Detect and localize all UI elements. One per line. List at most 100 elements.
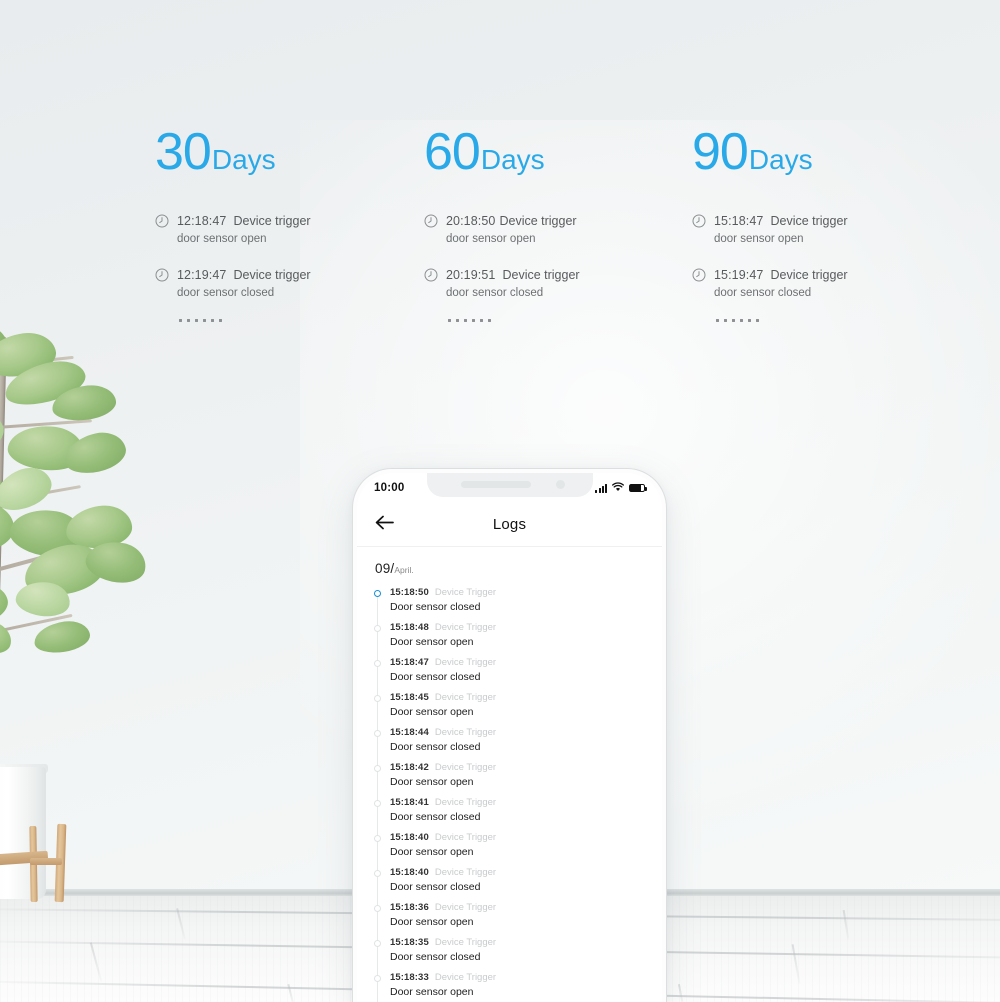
- timeline-dot-icon: [373, 835, 381, 843]
- retention-event: 20:19:51 Device trigger door sensor close…: [424, 265, 580, 300]
- retention-event-time: 15:19:47: [714, 268, 764, 283]
- log-entry-message: Door sensor open: [390, 915, 474, 928]
- plant-leaf: [0, 579, 12, 631]
- timeline-dot-icon: [373, 905, 381, 913]
- retention-event-body: 15:19:47 Device trigger door sensor close…: [714, 265, 848, 300]
- log-entry-time: 15:18:44: [390, 727, 429, 739]
- log-entry[interactable]: 15:18:47 Device Trigger Door sensor close…: [373, 656, 646, 691]
- log-entry[interactable]: 15:18:33 Device Trigger Door sensor open: [373, 971, 646, 1002]
- log-entry-type: Device Trigger: [434, 937, 497, 949]
- log-list-scroll[interactable]: 09/April. 15:18:50 Device Trigger Door se…: [357, 548, 662, 1002]
- retention-event-line1: 20:19:51 Device trigger: [446, 268, 580, 282]
- plant-leaf: [0, 612, 16, 660]
- log-entry-meta: 15:18:40 Device Trigger: [390, 866, 646, 880]
- retention-event: 15:18:47 Device trigger door sensor open: [692, 211, 848, 246]
- log-entry-type: Device Trigger: [434, 832, 497, 844]
- log-entry-message: Door sensor open: [390, 705, 474, 718]
- log-date-month: April.: [394, 565, 414, 575]
- phone-navbar: Logs: [357, 503, 662, 547]
- log-entry[interactable]: 15:18:40 Device Trigger Door sensor close…: [373, 866, 646, 901]
- plant-stand-brace: [30, 858, 62, 865]
- statusbar-icons: [595, 479, 648, 497]
- log-entry[interactable]: 15:18:42 Device Trigger Door sensor open: [373, 761, 646, 796]
- retention-event-title: Device trigger: [770, 268, 848, 283]
- log-entry[interactable]: 15:18:50 Device Trigger Door sensor close…: [373, 586, 646, 621]
- retention-event-time: 20:18:50: [446, 214, 496, 228]
- retention-event-detail: door sensor open: [177, 232, 267, 245]
- retention-event: 15:19:47 Device trigger door sensor close…: [692, 265, 848, 300]
- retention-ellipsis: [179, 319, 311, 323]
- retention-event-line1: 15:18:47 Device trigger: [714, 214, 848, 228]
- log-entry-time: 15:18:50: [390, 587, 429, 598]
- log-entry-time: 15:18:47: [390, 657, 429, 669]
- retention-event-detail: door sensor closed: [714, 286, 812, 299]
- retention-event-line1: 12:19:47 Device trigger: [177, 268, 311, 282]
- wifi-icon: [612, 479, 624, 497]
- retention-columns: 30Days 12:18:47 Device trigger door senso…: [0, 126, 1000, 346]
- timeline-dot-icon: [373, 765, 381, 773]
- phone-statusbar: 10:00: [357, 473, 662, 503]
- log-entry[interactable]: 15:18:40 Device Trigger Door sensor open: [373, 831, 646, 866]
- retention-event-detail: door sensor closed: [177, 286, 275, 299]
- log-entry-message: Door sensor open: [390, 985, 474, 998]
- log-entry[interactable]: 15:18:41 Device Trigger Door sensor close…: [373, 796, 646, 831]
- retention-column-30: 30Days 12:18:47 Device trigger door senso…: [155, 123, 311, 323]
- retention-event-detail: door sensor open: [446, 232, 536, 245]
- retention-event-body: 15:18:47 Device trigger door sensor open: [714, 211, 848, 246]
- plant-pot: [0, 767, 46, 899]
- back-arrow-icon[interactable]: [375, 515, 397, 535]
- log-entry-type: Device Trigger: [434, 797, 497, 809]
- phone-screen: 10:00 Logs 09/April. 15:18:50 Device Tri…: [357, 473, 662, 1002]
- log-entry-meta: 15:18:42 Device Trigger: [390, 761, 646, 775]
- timeline-dot-icon: [373, 800, 381, 808]
- scene-root: 30Days 12:18:47 Device trigger door senso…: [0, 0, 1000, 1002]
- retention-event-time: 12:18:47: [177, 214, 227, 228]
- log-date-day: 09/: [375, 561, 395, 576]
- retention-column-60: 60Days 20:18:50 Device trigger door senso…: [424, 126, 580, 323]
- log-entry-meta: 15:18:47 Device Trigger: [390, 656, 646, 670]
- log-entry-type: Device Trigger: [434, 622, 497, 634]
- timeline-dot-icon: [373, 590, 381, 597]
- log-entry-meta: 15:18:40 Device Trigger: [390, 831, 646, 845]
- log-entry-type: Device Trigger: [434, 762, 497, 774]
- retention-event-title: Device trigger: [233, 214, 311, 228]
- retention-column-90: 90Days 15:18:47 Device trigger door senso…: [692, 123, 848, 323]
- fiddle-leaf-fig-plant: [0, 315, 165, 903]
- log-entry-type: Device Trigger: [434, 727, 497, 739]
- log-entry-meta: 15:18:36 Device Trigger: [390, 901, 646, 915]
- log-entry-meta: 15:18:41 Device Trigger: [390, 796, 646, 810]
- log-entry-type: Device Trigger: [434, 657, 497, 669]
- log-entry[interactable]: 15:18:44 Device Trigger Door sensor close…: [373, 726, 646, 761]
- retention-heading: 60Days: [424, 126, 580, 178]
- clock-icon: [155, 214, 169, 233]
- log-entry[interactable]: 15:18:36 Device Trigger Door sensor open: [373, 901, 646, 936]
- retention-event-body: 12:19:47 Device trigger door sensor close…: [177, 265, 311, 300]
- retention-event-title: Device trigger: [502, 268, 580, 283]
- log-entry-time: 15:18:42: [390, 762, 429, 774]
- retention-event-line1: 20:18:50 Device trigger: [446, 214, 577, 228]
- log-entry[interactable]: 15:18:35 Device Trigger Door sensor close…: [373, 936, 646, 971]
- statusbar-time: 10:00: [374, 482, 405, 494]
- log-date-header: 09/April.: [375, 560, 646, 578]
- log-entry-message: Door sensor closed: [390, 810, 481, 823]
- retention-event-time: 12:19:47: [177, 268, 227, 283]
- timeline-dot-icon: [373, 975, 381, 983]
- log-entry[interactable]: 15:18:45 Device Trigger Door sensor open: [373, 691, 646, 726]
- log-entry-time: 15:18:41: [390, 797, 429, 809]
- log-entry-time: 15:18:35: [390, 937, 429, 949]
- log-entry-meta: 15:18:33 Device Trigger: [390, 971, 646, 985]
- retention-event-time: 20:19:51: [446, 268, 496, 283]
- timeline-dot-icon: [373, 695, 381, 703]
- timeline-dot-icon: [373, 660, 381, 668]
- retention-event-list: 12:18:47 Device trigger door sensor open …: [155, 211, 311, 300]
- log-entry-message: Door sensor open: [390, 775, 474, 788]
- log-entry[interactable]: 15:18:48 Device Trigger Door sensor open: [373, 621, 646, 656]
- log-entry-time: 15:18:40: [390, 832, 429, 844]
- clock-icon: [155, 268, 169, 287]
- retention-number: 90: [692, 123, 749, 181]
- retention-number: 30: [155, 123, 212, 181]
- retention-event-body: 20:18:50 Device trigger door sensor open: [446, 211, 577, 246]
- log-entry-message: Door sensor closed: [390, 950, 481, 963]
- log-entry-message: Door sensor closed: [390, 670, 481, 683]
- retention-event-list: 15:18:47 Device trigger door sensor open …: [692, 211, 848, 300]
